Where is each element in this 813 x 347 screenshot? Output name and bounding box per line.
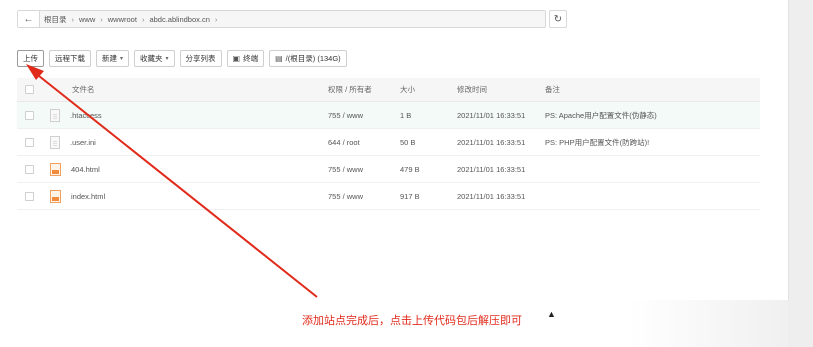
mouse-cursor-icon: ▲ [547, 309, 556, 319]
annotation-arrow-icon [26, 64, 318, 298]
annotation-text: 添加站点完成后，点击上传代码包后解压即可 [302, 315, 522, 327]
